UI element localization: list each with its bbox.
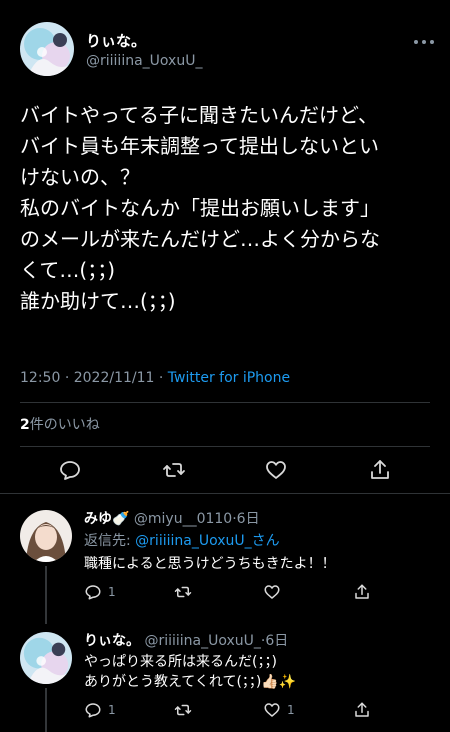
share-icon: [353, 701, 371, 719]
likes-summary[interactable]: 2件のいいね: [20, 414, 100, 434]
divider: [20, 402, 430, 403]
reply-avatar[interactable]: [20, 632, 72, 684]
like-action[interactable]: [263, 583, 287, 601]
tweet-line: くて…(；；): [20, 258, 116, 282]
tweet-line: けないの、？: [20, 165, 140, 189]
meta-separator: ·: [158, 370, 164, 386]
reply-line: ありがとう教えてくれて(；；)👍🏻✨: [84, 674, 297, 690]
reply-icon: [84, 583, 102, 601]
share-action[interactable]: [353, 701, 371, 719]
retweet-icon: [174, 583, 192, 601]
reply-age[interactable]: 6日: [265, 633, 288, 649]
likes-count: 2: [20, 417, 30, 433]
tweet-line: 私のバイトなんか「提出お願いします」: [20, 196, 380, 220]
author-handle[interactable]: @riiiiina_UoxuU_: [86, 53, 202, 69]
reply-tweet[interactable]: りぃな。 @riiiiina_UoxuU_·6日 やっぱり来る所は来るんだ(；；…: [0, 624, 450, 732]
reply-action[interactable]: 1: [84, 701, 116, 719]
tweet-time[interactable]: 12:50: [20, 370, 60, 386]
tweet-line: 誰か助けて…(；；): [20, 289, 176, 313]
thread-line: [45, 566, 47, 624]
author-avatar[interactable]: [20, 22, 74, 76]
tweet-source-link[interactable]: Twitter for iPhone: [168, 370, 290, 386]
share-icon: [353, 583, 371, 601]
more-options-icon[interactable]: [412, 34, 436, 50]
reply-line: 職種によると思うけどうちもきたよ！！: [84, 556, 336, 572]
thread-line: [45, 688, 47, 732]
reply-icon[interactable]: [58, 458, 82, 482]
reply-action[interactable]: 1: [84, 583, 116, 601]
replying-to: 返信先: @riiiiina_UoxuU_さん: [84, 530, 280, 550]
main-tweet: りぃな。 @riiiiina_UoxuU_ バイトやってる子に聞きたいんだけど、…: [0, 0, 450, 494]
reply-header: りぃな。 @riiiiina_UoxuU_·6日: [84, 630, 288, 650]
reply-author-handle[interactable]: @riiiiina_UoxuU_: [144, 633, 260, 649]
meta-separator: ·: [64, 370, 70, 386]
retweet-icon: [174, 701, 192, 719]
author-name[interactable]: りぃな。: [86, 30, 146, 51]
reply-count: 1: [108, 585, 116, 599]
reply-tweet[interactable]: みゆ🍼 @miyu__0110·6日 返信先: @riiiiina_UoxuU_…: [0, 494, 450, 624]
divider: [20, 446, 430, 447]
like-icon[interactable]: [264, 458, 288, 482]
reply-avatar[interactable]: [20, 510, 72, 562]
tweet-meta: 12:50 · 2022/11/11 · Twitter for iPhone: [20, 370, 290, 386]
reply-author-name[interactable]: みゆ🍼: [84, 511, 129, 527]
share-icon[interactable]: [368, 458, 392, 482]
retweet-action[interactable]: [174, 583, 192, 601]
reply-age[interactable]: 6日: [237, 511, 260, 527]
reply-author-name[interactable]: りぃな。: [84, 633, 140, 649]
tweet-line: バイト員も年末調整って提出しないとい: [20, 134, 379, 158]
likes-label: 件のいいね: [29, 417, 100, 433]
reply-line: やっぱり来る所は来るんだ(；；): [84, 654, 277, 670]
tweet-date[interactable]: 2022/11/11: [74, 370, 155, 386]
reply-text: やっぱり来る所は来るんだ(；；) ありがとう教えてくれて(；；)👍🏻✨: [84, 652, 296, 692]
tweet-line: のメールが来たんだけど…よく分からな: [20, 227, 380, 251]
retweet-action[interactable]: [174, 701, 192, 719]
reply-text: 職種によると思うけどうちもきたよ！！: [84, 554, 336, 574]
replying-to-handle[interactable]: @riiiiina_UoxuU_さん: [135, 533, 279, 549]
like-icon: [263, 583, 281, 601]
reply-header: みゆ🍼 @miyu__0110·6日: [84, 508, 260, 528]
tweet-line: バイトやってる子に聞きたいんだけど、: [20, 103, 378, 127]
like-icon: [263, 701, 281, 719]
replying-to-label: 返信先:: [84, 533, 136, 549]
reply-icon: [84, 701, 102, 719]
retweet-icon[interactable]: [162, 458, 186, 482]
tweet-text: バイトやってる子に聞きたいんだけど、 バイト員も年末調整って提出しないとい けな…: [20, 100, 440, 317]
reply-author-handle[interactable]: @miyu__0110: [134, 511, 232, 527]
share-action[interactable]: [353, 583, 371, 601]
reply-count: 1: [108, 703, 116, 717]
like-count: 1: [287, 703, 295, 717]
like-action[interactable]: 1: [263, 701, 295, 719]
